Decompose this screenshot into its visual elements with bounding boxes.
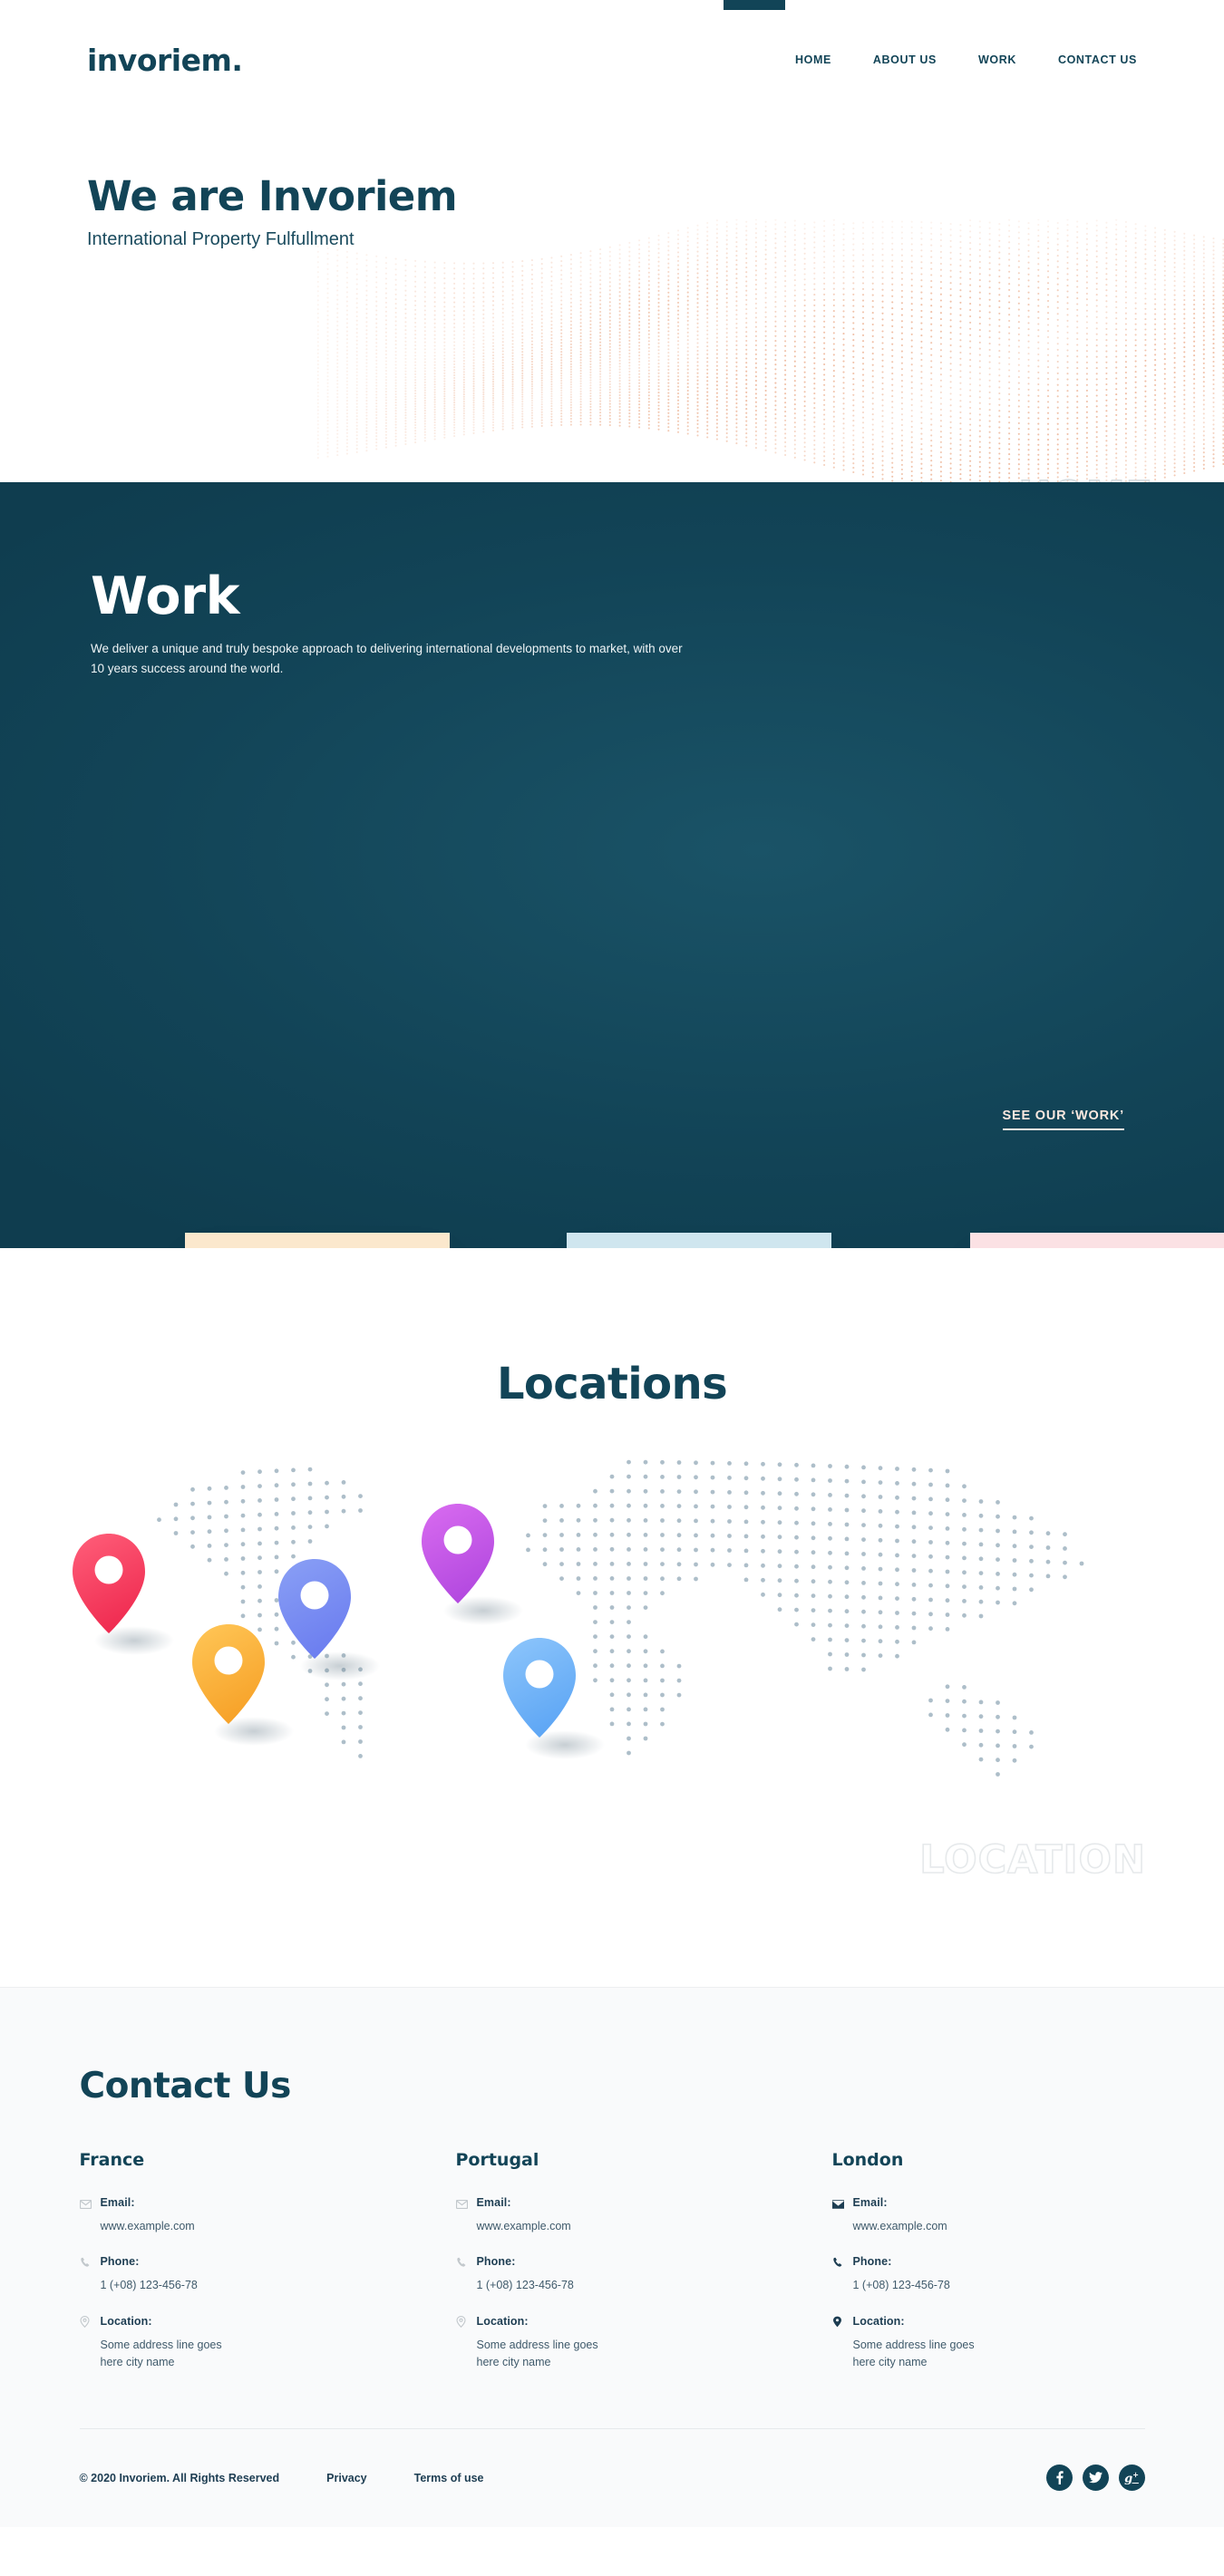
footer-link-terms[interactable]: Terms of use [414, 2472, 484, 2484]
contact-phone-row: Phone: 1 (+08) 123-456-78 [832, 2255, 998, 2294]
contact-phone-value[interactable]: 1 (+08) 123-456-78 [853, 2277, 998, 2294]
contact-address-value: Some address line goes here city name [853, 2337, 998, 2372]
copyright-text: © 2020 Invoriem. All Rights Reserved [80, 2472, 280, 2484]
contact-email-label: Email: [853, 2196, 888, 2209]
contact-phone-row: Phone: 1 (+08) 123-456-78 [80, 2255, 456, 2294]
contact-phone-value[interactable]: 1 (+08) 123-456-78 [477, 2277, 832, 2294]
contact-office-portugal: Portugal Email: www.example.com Phone: 1… [456, 2150, 832, 2392]
world-map-dots [0, 1429, 1224, 1937]
work-heading-block: Work We deliver a unique and truly bespo… [91, 571, 689, 679]
map-pin-icon [456, 2316, 468, 2332]
see-our-work-link[interactable]: SEE OUR ‘WORK’ [1003, 1109, 1124, 1130]
map-pin-icon [80, 2316, 92, 2332]
contact-email-row: Email: www.example.com [832, 2196, 998, 2235]
envelope-icon [456, 2197, 468, 2213]
footer-link-privacy[interactable]: Privacy [326, 2472, 366, 2484]
envelope-icon [832, 2197, 844, 2213]
contact-email-row: Email: www.example.com [456, 2196, 832, 2235]
work-section: Work We deliver a unique and truly bespo… [0, 482, 1224, 1248]
contact-email-row: Email: www.example.com [80, 2196, 456, 2235]
contact-address-value: Some address line goes here city name [101, 2337, 246, 2372]
landing-page: invoriem. HOME ABOUT US WORK CONTACT US … [0, 0, 1224, 2527]
site-footer: © 2020 Invoriem. All Rights Reserved Pri… [80, 2428, 1145, 2527]
contact-location-row: Location: Some address line goes here ci… [80, 2315, 456, 2372]
contact-city: Portugal [456, 2150, 832, 2170]
world-map [0, 1429, 1224, 1937]
site-header: invoriem. HOME ABOUT US WORK CONTACT US [0, 0, 1224, 120]
contact-email-value[interactable]: www.example.com [853, 2218, 998, 2235]
map-pin-icon [832, 2316, 844, 2332]
contact-address-value: Some address line goes here city name [477, 2337, 622, 2372]
twitter-icon[interactable] [1083, 2465, 1109, 2491]
contact-location-label: Location: [853, 2315, 905, 2328]
work-description: We deliver a unique and truly bespoke ap… [91, 639, 689, 679]
locations-section: Locations LOCATION [0, 1248, 1224, 1987]
card-mesh-graphic-france [185, 1233, 450, 1248]
hero-subtitle: International Property Fulfullment [87, 229, 457, 250]
locations-title: Locations [0, 1248, 1224, 1409]
nav-item-about-us[interactable]: ABOUT US [873, 53, 937, 66]
work-card-media[interactable]: invoriem. [567, 1233, 831, 1248]
contact-office-france: France Email: www.example.com Phone: 1 (… [80, 2150, 456, 2392]
hero-mesh-graphic [317, 219, 1224, 482]
contact-phone-row: Phone: 1 (+08) 123-456-78 [456, 2255, 832, 2294]
work-cards: France invoriem. Portugal invoriem. [0, 1233, 1224, 1248]
nav-item-work[interactable]: WORK [978, 53, 1016, 66]
phone-icon [80, 2256, 92, 2272]
main-navigation: HOME ABOUT US WORK CONTACT US [795, 53, 1137, 66]
contact-location-label: Location: [101, 2315, 152, 2328]
phone-icon [456, 2256, 468, 2272]
contact-email-value[interactable]: www.example.com [477, 2218, 832, 2235]
work-title: Work [91, 571, 689, 623]
google-plus-icon[interactable]: g+ [1119, 2465, 1145, 2491]
contact-columns: France Email: www.example.com Phone: 1 (… [80, 2150, 1145, 2392]
work-card-media[interactable]: invoriem. [185, 1233, 450, 1248]
hero-text-block: We are Invoriem International Property F… [87, 172, 457, 250]
facebook-icon[interactable] [1046, 2465, 1073, 2491]
contact-location-row: Location: Some address line goes here ci… [832, 2315, 998, 2372]
contact-location-label: Location: [477, 2315, 529, 2328]
card-mesh-graphic-portugal [567, 1233, 831, 1248]
contact-email-value[interactable]: www.example.com [101, 2218, 456, 2235]
contact-phone-label: Phone: [101, 2255, 140, 2268]
active-page-indicator [724, 0, 785, 10]
nav-item-contact-us[interactable]: CONTACT US [1058, 53, 1137, 66]
phone-icon [832, 2256, 844, 2272]
contact-section: Contact Us France Email: www.example.com [0, 1987, 1224, 2527]
hero-watermark: HOME [1018, 473, 1153, 482]
nav-item-home[interactable]: HOME [795, 53, 831, 66]
contact-city: France [80, 2150, 456, 2170]
contact-title: Contact Us [80, 2066, 1145, 2106]
hero-title: We are Invoriem [87, 172, 457, 220]
social-links: g+ [1046, 2465, 1145, 2491]
work-card-media[interactable]: invoriem. [970, 1233, 1224, 1248]
contact-phone-label: Phone: [853, 2255, 892, 2268]
contact-email-label: Email: [101, 2196, 135, 2209]
contact-city: London [832, 2150, 998, 2170]
card-mesh-graphic-moroco [970, 1233, 1224, 1248]
site-logo[interactable]: invoriem. [87, 43, 242, 78]
work-cta-wrapper: SEE OUR ‘WORK’ [1003, 1108, 1124, 1124]
contact-email-label: Email: [477, 2196, 511, 2209]
contact-phone-label: Phone: [477, 2255, 516, 2268]
hero-section: We are Invoriem International Property F… [0, 120, 1224, 482]
contact-office-london: London Email: www.example.com Phone: 1 (… [832, 2150, 998, 2392]
envelope-icon [80, 2197, 92, 2213]
contact-phone-value[interactable]: 1 (+08) 123-456-78 [101, 2277, 456, 2294]
contact-location-row: Location: Some address line goes here ci… [456, 2315, 832, 2372]
